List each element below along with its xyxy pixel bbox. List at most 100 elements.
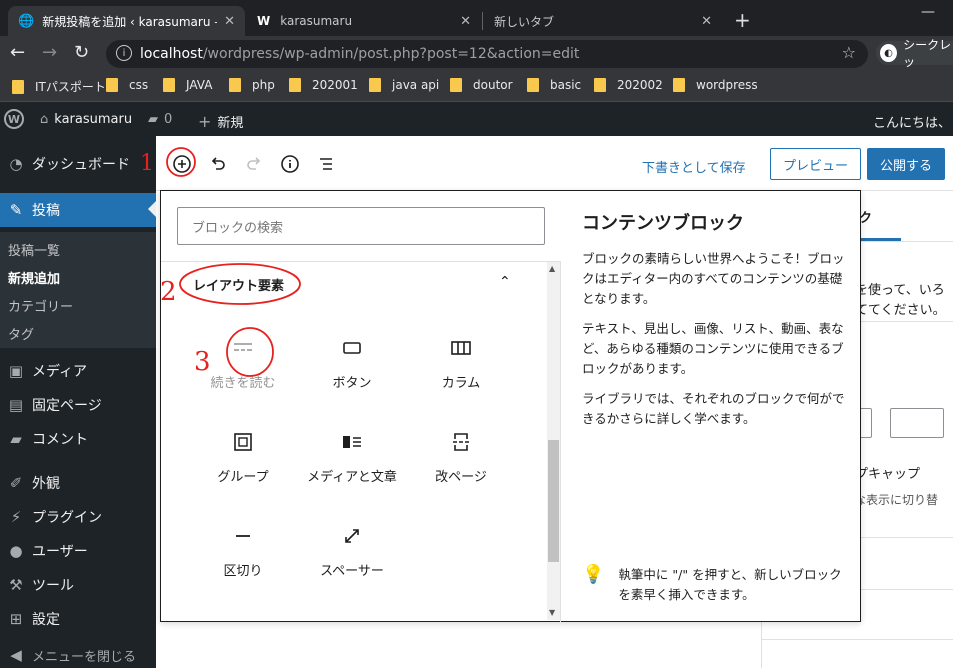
close-tab-icon[interactable]: ✕ <box>224 14 235 29</box>
help-paragraph: テキスト、見出し、画像、リスト、動画、表など、あらゆる種類のコンテンツに使用でき… <box>582 321 844 376</box>
comments-link[interactable]: ▰ 0 <box>148 112 172 127</box>
site-name-link[interactable]: ⌂ karasumaru <box>40 112 132 127</box>
bookmark-star-icon[interactable]: ☆ <box>842 43 856 62</box>
browser-tab[interactable]: 新しいタブ ✕ <box>484 6 722 36</box>
bookmark-label: ITパスポート <box>35 80 106 94</box>
back-icon[interactable]: ← <box>10 42 25 63</box>
menu-pages[interactable]: ▤ 固定ページ <box>0 388 156 422</box>
brush-icon: ✐ <box>9 474 23 492</box>
category-title[interactable]: レイアウト要素 <box>193 275 284 294</box>
menu-settings[interactable]: ⊞ 設定 <box>0 602 156 636</box>
site-info-icon[interactable]: i <box>116 45 132 61</box>
columns-icon <box>450 336 472 360</box>
bookmark-item[interactable]: 202001 <box>289 78 358 92</box>
menu-posts[interactable]: ✎ 投稿 <box>0 193 156 227</box>
block-list-scrollbar[interactable]: ▲ ▼ <box>547 262 560 620</box>
close-tab-icon[interactable]: ✕ <box>460 14 471 29</box>
reload-icon[interactable]: ↻ <box>74 42 89 63</box>
scroll-up-icon[interactable]: ▲ <box>549 264 555 273</box>
bookmark-item[interactable]: php <box>229 78 275 92</box>
browser-toolbar: ← → ↻ i localhost/wordpress/wp-admin/pos… <box>0 36 953 70</box>
bookmark-item[interactable]: java api <box>369 78 439 92</box>
block-more[interactable]: 続きを読む <box>193 336 293 406</box>
collapse-icon: ◀ <box>10 646 22 664</box>
bookmark-item[interactable]: 202002 <box>594 78 663 92</box>
bookmark-item[interactable]: css <box>106 78 148 92</box>
undo-icon <box>211 157 225 170</box>
collapse-menu[interactable]: ◀ メニューを閉じる <box>0 638 156 668</box>
menu-plugins[interactable]: ⚡ プラグイン <box>0 500 156 534</box>
wordpress-icon: W <box>257 14 271 28</box>
greeting-text: こんにちは、 <box>873 116 952 131</box>
menu-appearance[interactable]: ✐ 外観 <box>0 466 156 500</box>
new-content-link[interactable]: + 新規 <box>198 112 243 131</box>
bookmark-item[interactable]: basic <box>527 78 581 92</box>
block-spacer[interactable]: スペーサー <box>302 524 402 594</box>
add-block-button[interactable] <box>170 152 194 176</box>
site-name: karasumaru <box>54 112 133 127</box>
browser-tab[interactable]: W karasumaru ✕ <box>247 6 481 36</box>
address-bar[interactable]: i localhost/wordpress/wp-admin/post.php?… <box>106 40 868 68</box>
bookmark-label: 202002 <box>617 78 663 92</box>
forward-icon[interactable]: → <box>42 42 57 63</box>
editor-header: 下書きとして保存 プレビュー 公開する <box>156 136 953 191</box>
block-label: 続きを読む <box>210 376 276 391</box>
menu-dashboard[interactable]: ◔ ダッシュボード <box>0 147 156 181</box>
tab-divider <box>482 12 483 30</box>
submenu-tags[interactable]: タグ <box>8 324 34 343</box>
menu-tools[interactable]: ⚒ ツール <box>0 568 156 602</box>
close-tab-icon[interactable]: ✕ <box>701 14 712 29</box>
minimize-icon[interactable]: — <box>921 4 935 20</box>
block-separator[interactable]: 区切り <box>193 524 293 594</box>
info-button[interactable] <box>278 152 302 176</box>
chevron-up-icon[interactable]: ⌃ <box>499 274 511 290</box>
save-draft-button[interactable]: 下書きとして保存 <box>642 157 746 176</box>
plugin-icon: ⚡ <box>10 508 22 526</box>
account-greeting[interactable]: こんにちは、 <box>873 112 951 131</box>
bookmark-item[interactable]: ITパスポート <box>12 78 106 95</box>
scroll-thumb[interactable] <box>548 440 559 562</box>
tab-title: 新規投稿を追加 ‹ karasumaru — W <box>42 14 217 29</box>
submenu-add-new[interactable]: 新規追加 <box>8 268 60 287</box>
publish-button[interactable]: 公開する <box>867 148 945 180</box>
bookmark-label: doutor <box>473 78 513 92</box>
block-columns[interactable]: カラム <box>411 336 511 406</box>
block-group[interactable]: グループ <box>193 430 293 500</box>
incognito-icon: ◐ <box>880 44 898 62</box>
block-button[interactable]: ボタン <box>302 336 402 406</box>
browser-tab-active[interactable]: 🌐 新規投稿を追加 ‹ karasumaru — W ✕ <box>8 6 245 36</box>
bookmark-label: css <box>129 78 149 92</box>
submenu-all-posts[interactable]: 投稿一覧 <box>8 240 60 259</box>
folder-icon <box>450 78 462 92</box>
bookmark-label: wordpress <box>696 78 758 92</box>
scroll-down-icon[interactable]: ▼ <box>549 608 555 617</box>
user-icon: ● <box>9 542 23 560</box>
block-media-text[interactable]: メディアと文章 <box>302 430 402 500</box>
undo-button[interactable] <box>206 152 230 176</box>
block-page-break[interactable]: 改ページ <box>411 430 511 500</box>
current-menu-arrow <box>148 201 156 217</box>
outline-button[interactable] <box>314 152 338 176</box>
submenu-categories[interactable]: カテゴリー <box>8 296 73 315</box>
page-icon: ▤ <box>8 396 24 414</box>
block-search-input[interactable]: ブロックの検索 <box>177 207 545 245</box>
settings-field[interactable] <box>890 408 944 438</box>
menu-comments[interactable]: ▰ コメント <box>0 422 156 456</box>
bookmark-item[interactable]: JAVA <box>163 78 212 92</box>
block-inserter-popover: ブロックの検索 レイアウト要素 ⌃ 続きを読む ボタン カラム グループ メディ… <box>160 190 861 622</box>
bookmark-item[interactable]: doutor <box>450 78 513 92</box>
bookmark-label: java api <box>392 78 440 92</box>
folder-icon <box>594 78 606 92</box>
incognito-profile[interactable]: ◐ シークレッ <box>876 38 953 69</box>
bookmark-item[interactable]: wordpress <box>673 78 758 92</box>
folder-icon <box>369 78 381 92</box>
menu-label: ユーザー <box>32 544 88 560</box>
redo-button[interactable] <box>242 152 266 176</box>
posts-submenu: 投稿一覧 新規追加 カテゴリー タグ <box>0 232 156 348</box>
menu-users[interactable]: ● ユーザー <box>0 534 156 568</box>
preview-button[interactable]: プレビュー <box>770 148 861 180</box>
menu-media[interactable]: ▣ メディア <box>0 354 156 388</box>
new-tab-icon[interactable]: + <box>734 8 751 32</box>
wordpress-logo-icon[interactable]: W <box>4 109 24 129</box>
home-icon: ⌂ <box>40 112 49 127</box>
